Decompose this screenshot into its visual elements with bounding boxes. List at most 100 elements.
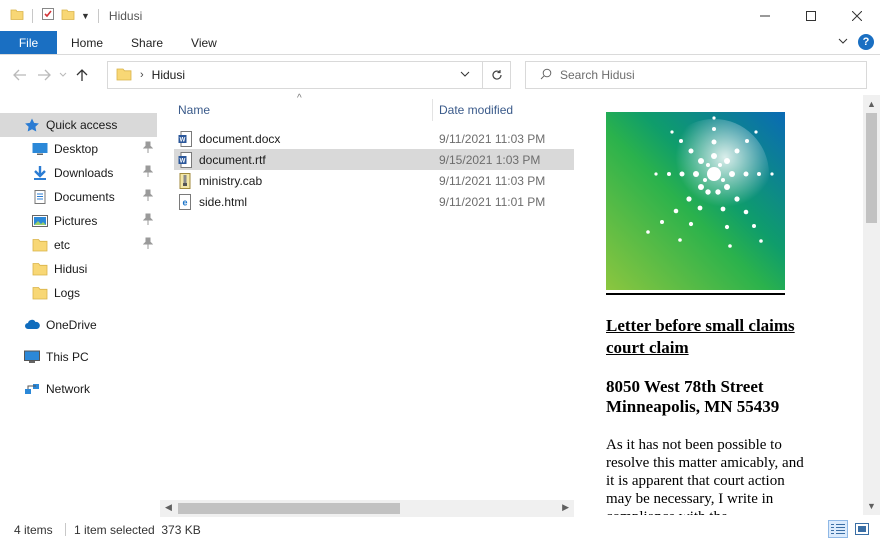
minimize-button[interactable] [742,0,788,31]
breadcrumb-separator-icon[interactable]: › [140,69,144,81]
recent-locations-chevron-icon[interactable] [56,72,70,78]
tab-file[interactable]: File [0,31,57,54]
search-icon [540,68,552,83]
scroll-up-icon[interactable]: ▲ [867,99,876,109]
folder-icon [116,67,132,84]
expand-ribbon-chevron-icon[interactable] [838,35,848,49]
company-logo [606,112,785,290]
column-header-date-modified[interactable]: Date modified [439,103,513,117]
address-history-chevron-icon[interactable] [460,68,470,82]
customize-toolbar-chevron-icon[interactable]: ▼ [81,11,90,21]
file-list: ^ Name Date modified W document.docx 9/1… [160,93,574,515]
html-edge-icon: e [178,194,192,210]
scroll-down-icon[interactable]: ▼ [867,501,876,511]
tab-view[interactable]: View [177,31,231,54]
svg-text:e: e [182,198,187,208]
svg-text:W: W [180,138,186,144]
column-headers: ^ Name Date modified [160,93,574,123]
sidebar-item-onedrive[interactable]: OneDrive [0,313,157,337]
download-arrow-icon [32,166,48,180]
sidebar-item-this-pc[interactable]: This PC [0,345,157,369]
breadcrumb-item[interactable]: Hidusi [152,68,185,82]
scrollbar-thumb[interactable] [178,503,400,514]
properties-icon[interactable] [41,7,55,24]
selection-info: 1 item selected 373 KB [74,523,201,537]
help-icon[interactable]: ? [858,34,874,50]
sort-ascending-icon: ^ [297,93,302,104]
navigation-pane: Quick access Desktop Downloads Documents [0,95,160,515]
pin-icon[interactable] [142,141,154,156]
search-placeholder: Search Hidusi [560,68,635,82]
new-folder-icon[interactable] [61,7,75,24]
close-button[interactable] [834,0,880,31]
preview-document-address: 8050 West 78th Street Minneapolis, MN 55… [606,377,836,417]
cloud-icon [24,318,40,332]
status-divider [65,523,66,536]
star-icon [24,118,40,132]
large-icons-view-button[interactable] [852,520,872,538]
vertical-scrollbar[interactable]: ▲ ▼ [863,95,880,515]
window-controls [742,0,880,31]
desktop-icon [32,142,48,156]
sidebar-item-network[interactable]: Network [0,377,157,401]
maximize-button[interactable] [788,0,834,31]
back-arrow-icon[interactable] [8,69,32,81]
search-input[interactable]: Search Hidusi [525,61,867,89]
item-count: 4 items [14,523,53,537]
navigation-bar: › Hidusi Search Hidusi [0,55,880,95]
pictures-icon [32,214,48,228]
folder-icon [10,7,24,24]
sidebar-item-pictures[interactable]: Pictures [0,209,157,233]
documents-icon [32,190,48,204]
preview-document-title: Letter before small claims court claim [606,316,795,357]
quick-access-toolbar: ▼ [0,0,101,31]
preview-pane: Letter before small claims court claim 8… [575,95,863,515]
pin-icon[interactable] [142,189,154,204]
sidebar-item-desktop[interactable]: Desktop [0,137,157,161]
toolbar-divider [97,8,99,23]
status-bar: 4 items 1 item selected 373 KB [0,517,880,541]
scrollbar-thumb[interactable] [866,113,877,223]
column-header-name[interactable]: Name [178,103,210,117]
file-row-ministry-cab[interactable]: ministry.cab 9/11/2021 11:03 PM [174,170,574,191]
scroll-left-icon[interactable]: ◀ [165,502,172,513]
ribbon-tabs: File Home Share View ? [0,31,880,55]
scroll-right-icon[interactable]: ▶ [562,502,569,513]
address-line-1: 8050 West 78th Street [606,377,764,396]
forward-arrow-icon[interactable] [32,69,56,81]
folder-icon [32,286,48,300]
tab-share[interactable]: Share [117,31,177,54]
computer-icon [24,350,40,364]
pin-icon[interactable] [142,213,154,228]
up-arrow-icon[interactable] [70,68,94,82]
address-line-2: Minneapolis, MN 55439 [606,397,780,416]
horizontal-rule [606,293,785,295]
tab-home[interactable]: Home [57,31,117,54]
svg-text:W: W [180,159,186,165]
breadcrumb: › Hidusi [116,67,185,84]
window-title: Hidusi [108,8,143,23]
cab-archive-icon [178,173,192,189]
horizontal-scrollbar[interactable]: ◀ ▶ [160,500,574,517]
sidebar-item-quick-access[interactable]: Quick access [0,113,157,137]
column-divider[interactable] [432,99,433,121]
title-bar: ▼ Hidusi [0,0,880,31]
large-icons-view-icon [855,523,869,535]
refresh-button[interactable] [482,62,510,88]
details-view-button[interactable] [828,520,848,538]
toolbar-divider [32,8,33,23]
file-row-document-docx[interactable]: W document.docx 9/11/2021 11:03 PM [174,128,574,149]
file-row-document-rtf[interactable]: W document.rtf 9/15/2021 1:03 PM [174,149,574,170]
refresh-icon [491,70,502,80]
pin-icon[interactable] [142,165,154,180]
address-bar[interactable]: › Hidusi [107,61,511,89]
sidebar-item-hidusi[interactable]: Hidusi [0,257,157,281]
sidebar-item-etc[interactable]: etc [0,233,157,257]
sidebar-item-documents[interactable]: Documents [0,185,157,209]
sidebar-item-logs[interactable]: Logs [0,281,157,305]
preview-document-body: As it has not been possible to resolve t… [606,437,804,515]
pin-icon[interactable] [142,237,154,252]
file-row-side-html[interactable]: e side.html 9/11/2021 11:01 PM [174,191,574,212]
sidebar-item-downloads[interactable]: Downloads [0,161,157,185]
folder-icon [32,262,48,276]
